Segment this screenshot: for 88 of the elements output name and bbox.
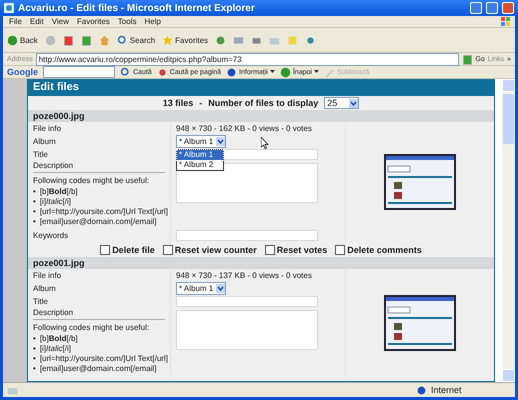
field-label: Album <box>33 136 57 146</box>
field-label: Description <box>33 308 74 318</box>
menu-item[interactable]: Tools <box>116 17 138 26</box>
home-button[interactable] <box>98 34 110 46</box>
field-label: Description <box>33 161 74 171</box>
action-checkbox[interactable]: Delete file <box>100 244 155 254</box>
action-checkbox[interactable]: Reset votes <box>264 244 328 254</box>
field-label: Keywords <box>33 230 70 240</box>
address-field[interactable]: http://www.acvariu.ro/coppermine/editpics.php?album=73 <box>36 52 460 66</box>
back-icon <box>7 34 18 46</box>
scrollbar[interactable] <box>502 79 515 382</box>
dropdown-arrow-icon <box>216 137 226 146</box>
file-name: poze000.jpg <box>28 110 494 122</box>
file-name: poze001.jpg <box>28 257 494 269</box>
security-zone: Internet <box>431 385 463 395</box>
stop-icon <box>62 34 74 46</box>
code-hint: [b]Bold[/b] <box>40 334 78 344</box>
action-checkbox[interactable]: Delete comments <box>335 244 422 254</box>
page-title: Edit files <box>28 79 494 96</box>
text-field[interactable] <box>176 230 318 241</box>
back-icon <box>280 66 291 78</box>
code-hint: [b]Bold[/b] <box>40 187 78 197</box>
menu-item[interactable]: Help <box>142 17 163 26</box>
action-checkbox[interactable]: Reset view counter <box>162 244 257 254</box>
home-icon <box>98 34 110 46</box>
back-button[interactable]: Back <box>7 34 38 46</box>
field-label: Album <box>33 284 57 294</box>
hint-text: Following codes might be useful: <box>33 176 150 186</box>
field-label: Title <box>33 150 49 160</box>
bullet: • <box>33 344 36 354</box>
field-label: File info <box>33 270 62 280</box>
bullet: • <box>33 217 36 227</box>
bullet: • <box>33 207 36 217</box>
code-hint: [url=http://yoursite.com/]Url Text[/url] <box>40 354 168 364</box>
minimize-button[interactable] <box>470 2 482 14</box>
menu-item[interactable]: Favorites <box>74 17 112 26</box>
refresh-icon <box>80 34 92 46</box>
go-icon <box>462 54 474 64</box>
bullet: • <box>33 187 36 197</box>
bullet: • <box>33 334 36 344</box>
globe-icon <box>416 384 427 396</box>
search-icon <box>120 66 131 78</box>
separator-text: - <box>199 98 202 108</box>
bullet: • <box>33 364 36 374</box>
bullet: • <box>33 354 36 364</box>
album-select[interactable]: * Album 1 <box>176 135 226 148</box>
menu-item[interactable]: View <box>50 17 71 26</box>
code-hint: [i]Italic[/i] <box>40 197 71 207</box>
google-logo: Google <box>7 67 38 77</box>
window-title: Acvariu.ro - Edit files - Microsoft Internet Explorer <box>18 2 256 14</box>
dropdown-arrow-icon <box>216 284 226 293</box>
cursor-icon <box>261 137 269 149</box>
forward-button[interactable] <box>44 34 56 46</box>
code-hint: [url=http://yoursite.com/]Url Text[/url] <box>40 207 168 217</box>
google-search-field[interactable] <box>43 66 115 78</box>
display-count-select[interactable]: 25 <box>324 97 360 109</box>
album-select[interactable]: * Album 1 <box>176 282 226 295</box>
code-hint: [email]user@domain.com[/email] <box>40 217 156 227</box>
display-count-label: Number of files to display <box>208 98 318 108</box>
code-hint: [i]Italic[/i] <box>40 344 71 354</box>
favorites-button[interactable]: Favorites <box>162 34 208 46</box>
maximize-button[interactable] <box>486 2 498 14</box>
field-label: Title <box>33 296 49 306</box>
description-field[interactable] <box>176 310 318 350</box>
caret-icon <box>314 70 319 74</box>
windows-logo-icon <box>501 17 511 26</box>
file-info: 948 × 730 - 162 KB - 0 views - 0 votes <box>176 124 313 134</box>
stop-button[interactable] <box>62 34 74 46</box>
favorites-icon <box>162 34 174 46</box>
file-count: 13 files <box>162 98 194 108</box>
hint-text: Following codes might be useful: <box>33 323 150 333</box>
text-field[interactable] <box>176 296 318 307</box>
field-label: File info <box>33 124 62 134</box>
bullet: • <box>33 197 36 207</box>
album-option[interactable]: * Album 1 <box>177 150 223 160</box>
code-hint: [email]user@domain.com[/email] <box>40 364 156 374</box>
close-button[interactable] <box>502 2 514 14</box>
search-icon <box>116 34 128 46</box>
refresh-button[interactable] <box>80 34 92 46</box>
menu-item[interactable]: File <box>7 17 24 26</box>
browser-icon <box>4 3 14 13</box>
file-info: 948 × 730 - 137 KB - 0 views - 0 votes <box>176 270 313 280</box>
forward-icon <box>44 34 56 46</box>
description-field[interactable] <box>176 163 318 203</box>
menu-item[interactable]: Edit <box>28 17 46 26</box>
dropdown-arrow-icon <box>349 98 358 108</box>
caret-icon <box>270 70 275 74</box>
search-button[interactable]: Search <box>116 34 156 46</box>
